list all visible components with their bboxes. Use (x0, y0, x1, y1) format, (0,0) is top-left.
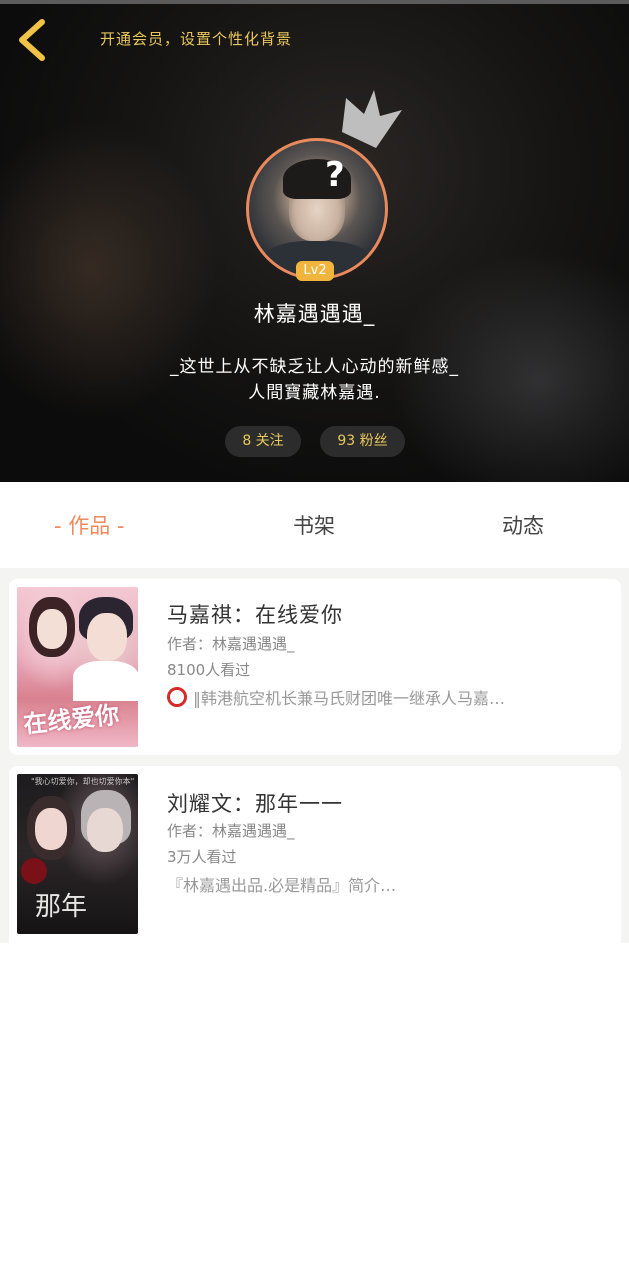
level-badge: Lv2 (296, 261, 334, 281)
vip-background-link[interactable]: 开通会员，设置个性化背景 (100, 28, 292, 49)
crown-icon (342, 90, 402, 148)
bio-line-1: _这世上从不缺乏让人心动的新鲜感_ (170, 357, 459, 377)
tab-bookshelf[interactable]: 书架 (293, 510, 335, 540)
profile-tabs: - 作品 - 书架 动态 (0, 482, 629, 568)
chevron-left-icon (19, 19, 45, 61)
cover-figure (37, 609, 67, 649)
book-cover: "我心切爱你，却也切爱你本" 那年 (17, 774, 138, 934)
profile-header: 开通会员，设置个性化背景 ? Lv2 林嘉遇遇遇_ _这世上从不缺乏让人心动的新… (0, 0, 629, 482)
bio-line-2: 人間寶藏林嘉遇. (248, 383, 381, 403)
following-count-button[interactable]: 8 关注 (225, 426, 301, 457)
fans-count-button[interactable]: 93 粉丝 (320, 426, 405, 457)
cover-title: 在线爱你 (22, 700, 121, 739)
question-mark-icon: ? (325, 155, 345, 195)
book-description-text: ‖韩港航空机长兼马氏财团唯一继承人马嘉… (193, 689, 506, 708)
book-description: 『林嘉遇出品.必是精品』简介… (167, 876, 397, 895)
avatar[interactable]: ? (246, 138, 388, 280)
rose-icon (21, 858, 47, 884)
book-views: 3万人看过 (167, 848, 237, 866)
book-card[interactable]: 在线爱你 马嘉祺：在线爱你 作者：林嘉遇遇遇_ 8100人看过 ‖韩港航空机长兼… (9, 579, 621, 755)
book-description: ‖韩港航空机长兼马氏财团唯一继承人马嘉… (167, 685, 587, 709)
cover-title: 那年 (35, 892, 88, 922)
book-card[interactable]: "我心切爱你，却也切爱你本" 那年 刘耀文：那年一一 作者：林嘉遇遇遇_ 3万人… (9, 766, 621, 946)
book-author: 作者：林嘉遇遇遇_ (167, 822, 295, 840)
cover-figure (87, 808, 123, 852)
tab-feed[interactable]: 动态 (502, 510, 544, 540)
tab-works[interactable]: - 作品 - (54, 510, 125, 540)
status-bar-strip (0, 0, 629, 4)
book-cover: 在线爱你 (17, 587, 138, 747)
back-button[interactable] (14, 18, 54, 62)
cover-tagline: "我心切爱你，却也切爱你本" (31, 777, 135, 786)
works-list: 在线爱你 马嘉祺：在线爱你 作者：林嘉遇遇遇_ 8100人看过 ‖韩港航空机长兼… (0, 568, 629, 946)
book-author: 作者：林嘉遇遇遇_ (167, 635, 295, 653)
book-title: 马嘉祺：在线爱你 (167, 603, 343, 627)
cover-figure (87, 613, 127, 661)
book-title: 刘耀文：那年一一 (167, 792, 343, 816)
book-views: 8100人看过 (167, 661, 251, 679)
red-circle-icon (167, 687, 187, 707)
cover-figure (35, 808, 67, 850)
username: 林嘉遇遇遇_ (253, 302, 376, 326)
